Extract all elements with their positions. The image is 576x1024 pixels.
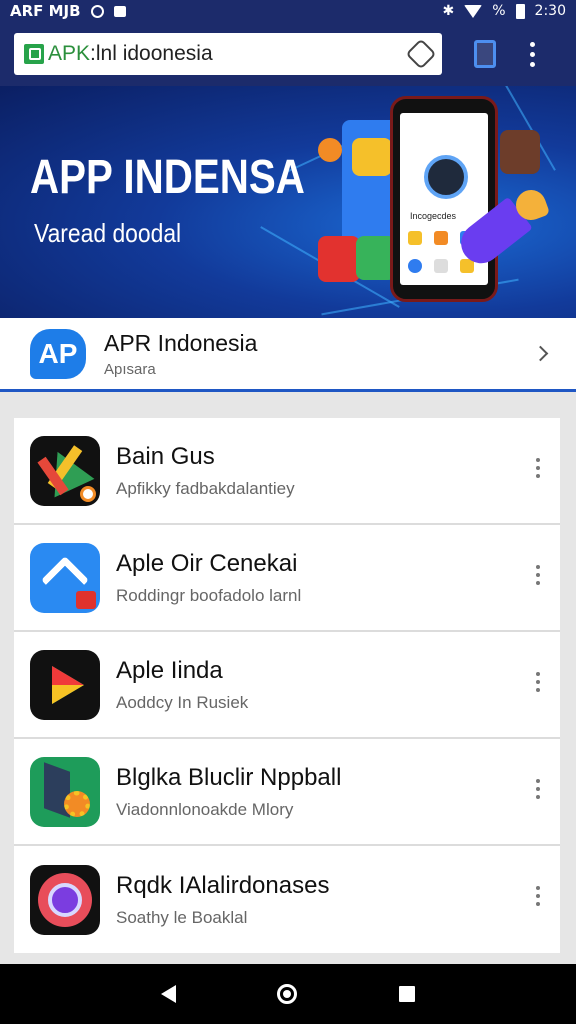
app-header-title: APR Indonesia bbox=[104, 329, 258, 356]
clock: 2:30 bbox=[534, 3, 566, 19]
app-title: Blglka Bluclir Nppball bbox=[116, 763, 342, 791]
app-title: Aple Iinda bbox=[116, 656, 223, 684]
battery-icon bbox=[515, 3, 525, 19]
battery-percent: % bbox=[492, 3, 506, 19]
more-vertical-icon[interactable] bbox=[536, 886, 540, 906]
phone-mockup: Incogecdes bbox=[390, 96, 498, 302]
camera-icon bbox=[30, 864, 100, 935]
app-title: Aple Oir Cenekai bbox=[116, 549, 298, 577]
more-vertical-icon[interactable] bbox=[536, 565, 540, 585]
app-header-row[interactable]: AP APR Indonesia Apısara bbox=[0, 318, 576, 392]
gear-icon bbox=[318, 138, 342, 162]
play-games-icon bbox=[30, 435, 100, 506]
app-subtitle: Aoddcy In Rusiek bbox=[116, 692, 249, 712]
app-logo-icon bbox=[424, 155, 468, 199]
back-icon[interactable] bbox=[160, 985, 176, 1003]
tabs-icon[interactable] bbox=[474, 40, 496, 68]
bluetooth-icon: ✱ bbox=[442, 3, 455, 19]
more-vertical-icon[interactable] bbox=[536, 458, 540, 478]
app-header-subtitle: Apısara bbox=[104, 360, 156, 378]
app-title: Rqdk IAlalirdonases bbox=[116, 871, 330, 899]
message-icon bbox=[113, 5, 126, 17]
url-bar[interactable]: APK:lnl idoonesia bbox=[14, 33, 442, 75]
app-subtitle: Roddingr boofadolo larnl bbox=[116, 585, 302, 605]
arrow-up-icon bbox=[30, 542, 100, 613]
list-item[interactable]: Aple Oir Cenekai Roddingr boofadolo larn… bbox=[14, 525, 560, 632]
app-list: Bain Gus Apfikky fadbakdalantiey Aple Oi… bbox=[14, 418, 560, 953]
app-logo: AP bbox=[30, 328, 86, 379]
list-item[interactable]: Aple Iinda Aoddcy In Rusiek bbox=[14, 632, 560, 739]
more-vertical-icon[interactable] bbox=[530, 41, 535, 67]
browser-toolbar: APK:lnl idoonesia bbox=[0, 22, 576, 86]
floating-card-icon bbox=[500, 130, 540, 174]
list-item[interactable]: Rqdk IAlalirdonases Soathy le Boaklal bbox=[14, 846, 560, 953]
recent-apps-icon[interactable] bbox=[399, 986, 416, 1002]
system-nav-bar bbox=[0, 964, 576, 1024]
more-vertical-icon[interactable] bbox=[536, 779, 540, 799]
hero-banner[interactable]: APP INDENSA Varead doodal Incogecdes bbox=[0, 86, 576, 318]
app-title: Bain Gus bbox=[116, 442, 215, 470]
list-item[interactable]: Bain Gus Apfikky fadbakdalantiey bbox=[14, 418, 560, 525]
app-subtitle: Apfikky fadbakdalantiey bbox=[116, 478, 295, 498]
hero-subtitle: Varead doodal bbox=[34, 218, 182, 248]
floating-card-icon bbox=[352, 138, 392, 176]
wifi-icon bbox=[464, 4, 483, 18]
site-security-icon[interactable] bbox=[24, 44, 44, 64]
app-subtitle: Soathy le Boaklal bbox=[116, 907, 248, 927]
list-item[interactable]: Blglka Bluclir Nppball Viadonnlonoakde M… bbox=[14, 739, 560, 846]
more-vertical-icon[interactable] bbox=[536, 672, 540, 692]
chevron-right-icon[interactable] bbox=[532, 345, 549, 362]
floating-card-icon bbox=[318, 236, 360, 282]
gear-icon bbox=[30, 756, 100, 827]
home-icon[interactable] bbox=[277, 984, 298, 1004]
hero-title: APP INDENSA bbox=[30, 151, 305, 204]
app-subtitle: Viadonnlonoakde Mlory bbox=[116, 799, 294, 819]
status-bar: ARF MJB ✱ % 2:30 bbox=[0, 0, 576, 22]
sync-icon bbox=[90, 4, 104, 18]
reload-icon[interactable] bbox=[405, 38, 437, 70]
play-store-icon bbox=[30, 649, 100, 720]
url-text[interactable]: APK:lnl idoonesia bbox=[48, 42, 213, 66]
phone-label: Incogecdes bbox=[410, 211, 457, 221]
status-left-text: ARF MJB bbox=[10, 2, 81, 20]
